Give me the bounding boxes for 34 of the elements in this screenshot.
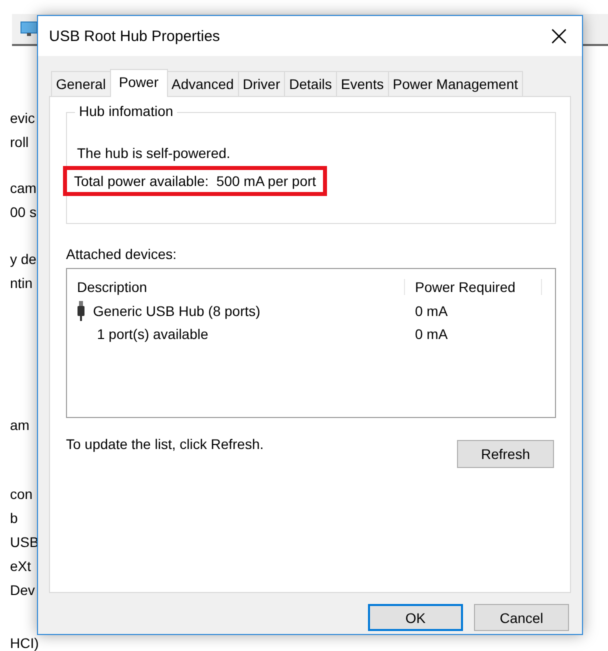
background-text: roll	[10, 133, 29, 152]
background-text: 00 s	[10, 203, 36, 222]
hub-status-text: The hub is self-powered.	[77, 144, 230, 163]
tab[interactable]: Power	[110, 69, 168, 97]
refresh-button[interactable]: Refresh	[457, 440, 554, 468]
device-name: 1 port(s) available	[97, 326, 208, 342]
background-text: evic	[10, 109, 35, 128]
background-text: Dev	[10, 581, 35, 600]
usb-plug-icon	[77, 300, 85, 320]
device-name: Generic USB Hub (8 ports)	[93, 302, 260, 318]
attached-devices-label: Attached devices:	[66, 246, 177, 262]
tab[interactable]: General	[51, 71, 111, 96]
dialog-button[interactable]: OK	[368, 604, 463, 631]
tab[interactable]: Power Management	[388, 71, 524, 96]
column-header[interactable]: Description	[77, 279, 404, 295]
power-value: 0 mA	[415, 326, 448, 342]
background-text: cam	[10, 179, 36, 198]
power-value: 0 mA	[415, 302, 448, 318]
total-power-text: Total power available: 500 mA per port	[74, 173, 316, 189]
background-text: HCI)	[10, 635, 39, 651]
column-header[interactable]: Power Required	[404, 279, 542, 295]
group-legend: Hub infomation	[75, 103, 178, 119]
background-text: ntin	[10, 274, 33, 293]
close-button[interactable]: ×	[536, 16, 582, 56]
dialog-button[interactable]: Cancel	[474, 604, 569, 631]
background-text: USB	[10, 533, 39, 552]
background-text: am	[10, 416, 30, 435]
hint-text: To update the list, click Refresh.	[66, 436, 264, 452]
background-text: con	[10, 485, 33, 504]
monitor-icon[interactable]	[20, 20, 38, 38]
background-text: eXt	[10, 557, 32, 576]
window-title: USB Root Hub Properties	[49, 28, 220, 44]
background-text: b	[10, 509, 18, 528]
background-text: y de	[10, 250, 36, 269]
